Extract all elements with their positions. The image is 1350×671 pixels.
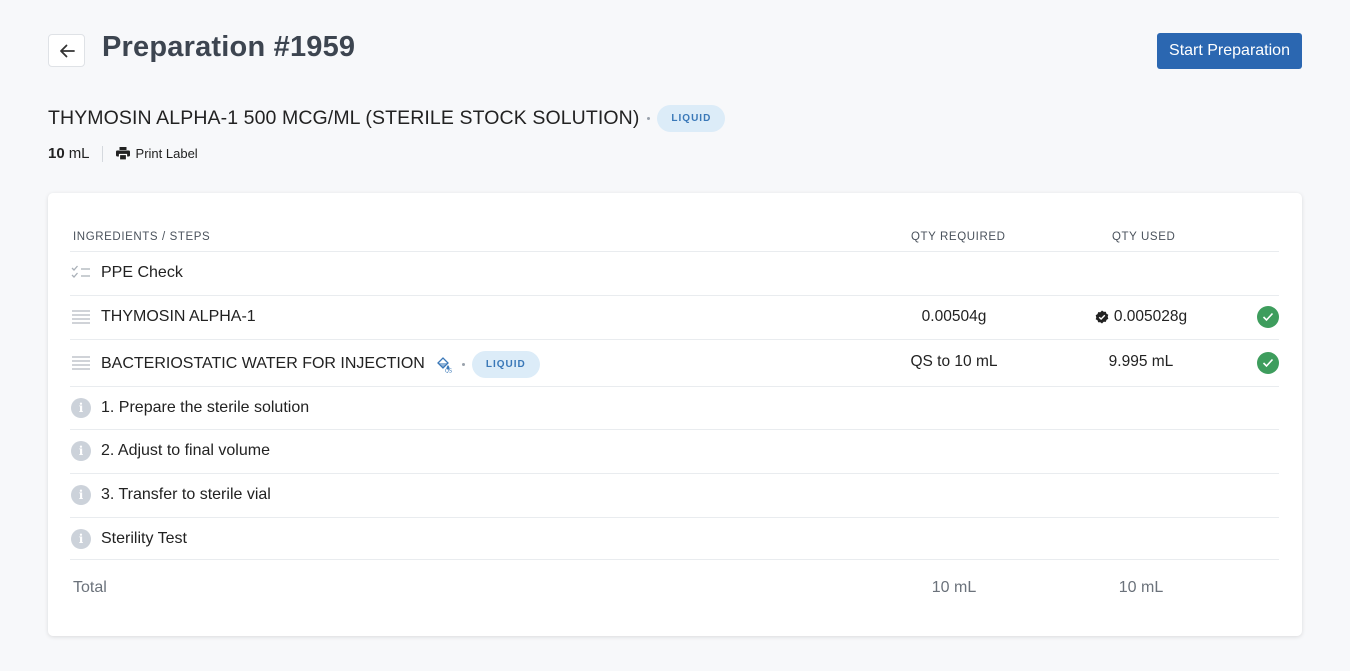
- drag-handle-icon: [70, 356, 92, 370]
- info-icon: i: [71, 398, 91, 418]
- qty-used-value: 0.005028g: [1113, 308, 1188, 325]
- qty-required: 0.00504g: [921, 308, 987, 325]
- row-name: 2. Adjust to final volume: [101, 442, 270, 459]
- table-row[interactable]: i 3. Transfer to sterile vial: [70, 473, 1279, 517]
- product-meta: 10 mL Print Label: [48, 145, 198, 162]
- print-label-text: Print Label: [135, 146, 198, 161]
- info-icon: i: [71, 529, 91, 549]
- qs-fill-icon: QS: [436, 357, 452, 374]
- row-name: PPE Check: [101, 264, 183, 281]
- column-qty-used: QTY USED: [1112, 231, 1176, 243]
- form-badge: LIQUID: [471, 350, 540, 378]
- drag-handle-icon: [70, 310, 92, 324]
- qty-required: QS to 10 mL: [910, 353, 998, 370]
- row-name: Sterility Test: [101, 530, 187, 547]
- table-row[interactable]: i 1. Prepare the sterile solution: [70, 386, 1279, 429]
- total-qty-required: 10 mL: [931, 579, 977, 596]
- total-row: Total 10 mL 10 mL: [70, 559, 1279, 619]
- column-qty-required: QTY REQUIRED: [911, 231, 1006, 243]
- ingredients-card: INGREDIENTS / STEPS QTY REQUIRED QTY USE…: [48, 193, 1302, 636]
- info-icon: i: [71, 485, 91, 505]
- completed-check-icon: [1257, 306, 1279, 328]
- table-row[interactable]: i Sterility Test: [70, 517, 1279, 559]
- row-name: THYMOSIN ALPHA-1: [101, 308, 256, 325]
- divider: [101, 145, 103, 162]
- row-name-group: BACTERIOSTATIC WATER FOR INJECTION QS LI…: [101, 350, 540, 378]
- total-qty-used: 10 mL: [1118, 579, 1164, 596]
- volume-unit: mL: [68, 145, 90, 162]
- print-label-button[interactable]: Print Label: [115, 146, 198, 161]
- printer-icon: [115, 147, 130, 160]
- table-row[interactable]: PPE Check: [70, 251, 1279, 295]
- svg-text:QS: QS: [445, 369, 452, 374]
- separator-dot: [461, 362, 465, 366]
- table-row[interactable]: i 2. Adjust to final volume: [70, 429, 1279, 473]
- completed-check-icon: [1257, 352, 1279, 374]
- info-icon: i: [71, 441, 91, 461]
- back-button[interactable]: [48, 34, 85, 67]
- qty-used: 9.995 mL: [1108, 353, 1174, 370]
- row-name: 3. Transfer to sterile vial: [101, 486, 271, 503]
- verified-badge-icon: [1095, 310, 1109, 324]
- form-badge: LIQUID: [657, 105, 726, 132]
- column-ingredients: INGREDIENTS / STEPS: [73, 231, 211, 243]
- table-row[interactable]: THYMOSIN ALPHA-1 0.00504g 0.005028g: [70, 295, 1279, 339]
- separator-dot: [647, 117, 651, 120]
- row-name: 1. Prepare the sterile solution: [101, 399, 310, 416]
- qty-used: 0.005028g: [1081, 308, 1201, 326]
- row-name: BACTERIOSTATIC WATER FOR INJECTION: [101, 355, 425, 372]
- arrow-left-icon: [59, 44, 75, 57]
- start-preparation-button[interactable]: Start Preparation: [1157, 33, 1302, 69]
- total-label: Total: [73, 579, 107, 596]
- checklist-icon: [70, 264, 92, 280]
- product-name: THYMOSIN ALPHA-1 500 MCG/ML (STERILE STO…: [48, 107, 640, 129]
- table-row[interactable]: BACTERIOSTATIC WATER FOR INJECTION QS LI…: [70, 339, 1279, 386]
- page-title: Preparation #1959: [102, 31, 356, 63]
- volume-value: 10: [48, 145, 65, 162]
- product-header: THYMOSIN ALPHA-1 500 MCG/ML (STERILE STO…: [48, 105, 726, 132]
